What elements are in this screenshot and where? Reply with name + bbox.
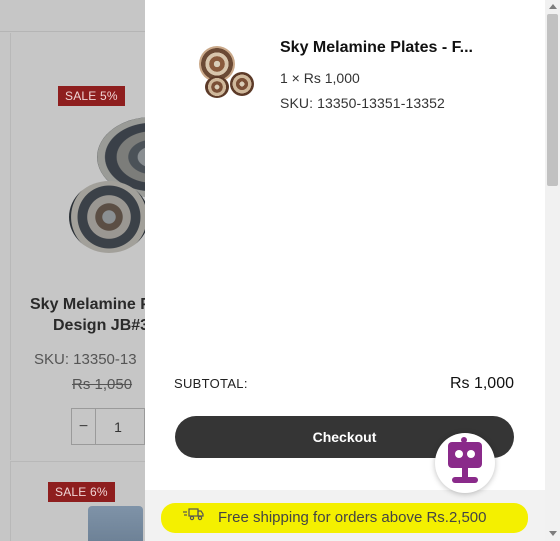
subtotal-value: Rs 1,000 [449,375,514,392]
robot-eye-right [467,450,475,458]
cart-item-sku: SKU: 13350-13351-13352 [280,95,445,111]
scrollbar-thumb[interactable] [547,14,558,186]
free-shipping-message: Free shipping for orders above Rs.2,500 [218,509,487,526]
plate-small-image [205,76,229,98]
scrollbar[interactable] [545,0,560,541]
product-old-price: Rs 1,050 [72,376,133,393]
product-image-plate-medium [69,181,149,253]
scroll-up-icon[interactable] [549,4,557,9]
decrease-quantity-button[interactable]: − [72,409,96,444]
free-shipping-bar: Free shipping for orders above Rs.2,500 [145,490,545,541]
subtotal-label: SUBTOTAL: [174,376,248,391]
product-title-line-2[interactable]: Design JB#3 [53,317,145,335]
robot-chat-icon [448,442,482,468]
product-sku: SKU: 13350-13 [34,351,137,368]
chat-widget-button[interactable] [435,433,495,493]
product-card[interactable]: SALE 5% [10,33,207,460]
quantity-stepper[interactable]: − 1 [71,408,145,445]
plate-small-image-2 [230,72,254,96]
cart-item-qty-price: 1 × Rs 1,000 [280,70,360,86]
sale-badge-2: SALE 6% [48,482,115,502]
sale-badge: SALE 5% [58,86,125,106]
quantity-value[interactable]: 1 [96,419,140,435]
cart-drawer: Sky Melamine Plates - F... 1 × Rs 1,000 … [145,0,560,541]
cart-item-name[interactable]: Sky Melamine Plates - F... [280,39,480,57]
robot-eye-left [455,450,463,458]
product-title[interactable]: Sky Melamine P [30,293,145,317]
cart-item-image[interactable] [195,44,257,100]
robot-base [452,477,478,483]
scroll-down-icon[interactable] [549,531,557,536]
product-image-bag [88,506,143,541]
truck-icon [183,508,204,521]
top-bar [0,0,145,32]
